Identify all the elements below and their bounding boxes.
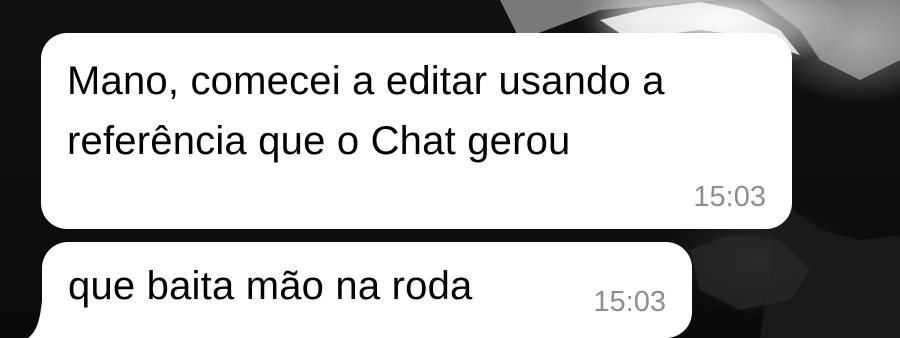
message-bubble-received[interactable]: Mano, comecei a editar usando a referênc… bbox=[41, 33, 792, 229]
message-line: Mano, comecei a editar usando a bbox=[67, 59, 665, 103]
message-line: referência que o Chat gerou bbox=[67, 119, 571, 163]
message-timestamp: 15:03 bbox=[693, 181, 766, 213]
message-text: que baita mão na roda bbox=[68, 264, 473, 308]
message-text: Mano, comecei a editar usando a referênc… bbox=[67, 51, 767, 171]
message-timestamp: 15:03 bbox=[593, 286, 666, 318]
message-bubble-received[interactable]: que baita mão na roda 15:03 bbox=[42, 242, 692, 338]
